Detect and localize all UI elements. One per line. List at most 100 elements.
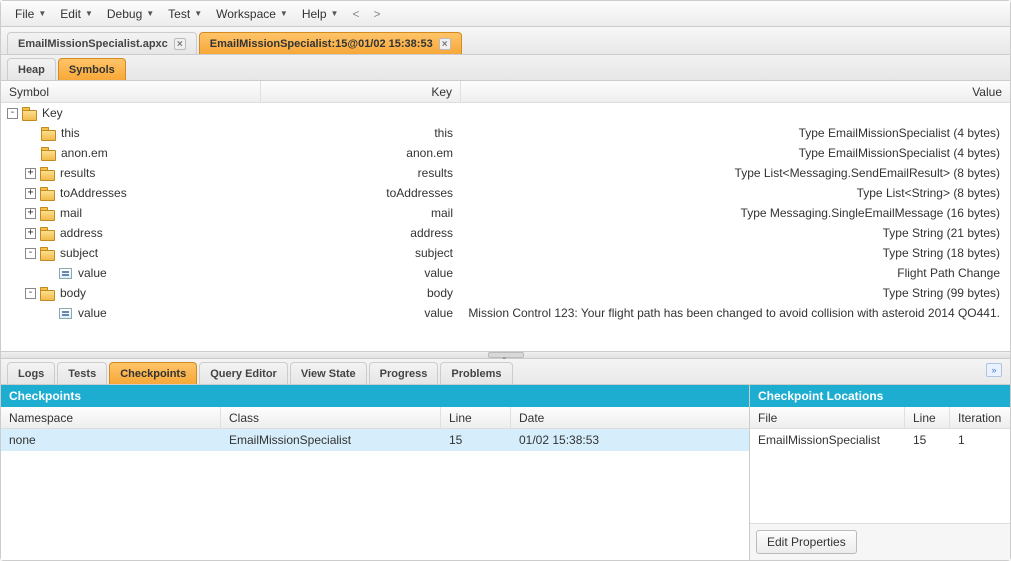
- expand-icon[interactable]: +: [25, 208, 36, 219]
- menu-help[interactable]: Help▼: [296, 5, 345, 23]
- menu-test[interactable]: Test▼: [162, 5, 208, 23]
- expand-icon[interactable]: +: [25, 188, 36, 199]
- locations-grid-body[interactable]: EmailMissionSpecialist 15 1: [750, 429, 1010, 523]
- col-header-line[interactable]: Line: [441, 407, 511, 428]
- col-header-value[interactable]: Value: [461, 81, 1010, 102]
- cell-namespace: none: [1, 433, 221, 447]
- tree-row[interactable]: -bodybodyType String (99 bytes): [1, 283, 1010, 303]
- tree-row[interactable]: valuevalueMission Control 123: Your flig…: [1, 303, 1010, 323]
- cell-iteration: 1: [950, 433, 1010, 447]
- checkpoints-grid-header: Namespace Class Line Date: [1, 407, 749, 429]
- checkpoints-pane: Checkpoints Namespace Class Line Date no…: [1, 385, 750, 560]
- tab-tests[interactable]: Tests: [57, 362, 107, 384]
- cell-date: 01/02 15:38:53: [511, 433, 749, 447]
- folder-icon: [40, 207, 54, 219]
- key-cell: subject: [261, 246, 461, 260]
- table-row[interactable]: EmailMissionSpecialist 15 1: [750, 429, 1010, 451]
- folder-icon: [41, 127, 55, 139]
- editor-tab[interactable]: EmailMissionSpecialist.apxc ×: [7, 32, 197, 54]
- expand-icon[interactable]: +: [25, 228, 36, 239]
- expand-icon[interactable]: +: [25, 168, 36, 179]
- col-header-date[interactable]: Date: [511, 407, 749, 428]
- value-icon: [59, 308, 72, 319]
- tab-logs[interactable]: Logs: [7, 362, 55, 384]
- collapse-icon[interactable]: -: [25, 248, 36, 259]
- tree-row[interactable]: - Key: [1, 103, 1010, 123]
- tab-progress[interactable]: Progress: [369, 362, 439, 384]
- menu-file[interactable]: File▼: [9, 5, 52, 23]
- cell-line: 15: [905, 433, 950, 447]
- value-cell: Type String (99 bytes): [461, 286, 1010, 300]
- folder-icon: [40, 227, 54, 239]
- menu-debug[interactable]: Debug▼: [101, 5, 160, 23]
- key-cell: mail: [261, 206, 461, 220]
- key-cell: toAddresses: [261, 186, 461, 200]
- close-icon[interactable]: ×: [439, 38, 451, 50]
- close-icon[interactable]: ×: [174, 38, 186, 50]
- tab-heap[interactable]: Heap: [7, 58, 56, 80]
- tree-row[interactable]: -subjectsubjectType String (18 bytes): [1, 243, 1010, 263]
- tree-row[interactable]: thisthisType EmailMissionSpecialist (4 b…: [1, 123, 1010, 143]
- symbol-label: this: [61, 126, 80, 140]
- symbol-label: Key: [42, 106, 63, 120]
- tree-row[interactable]: +mailmailType Messaging.SingleEmailMessa…: [1, 203, 1010, 223]
- col-header-iteration[interactable]: Iteration: [950, 407, 1010, 428]
- folder-icon: [22, 107, 36, 119]
- value-cell: Type Messaging.SingleEmailMessage (16 by…: [461, 206, 1010, 220]
- tree-row[interactable]: +toAddressestoAddressesType List<String>…: [1, 183, 1010, 203]
- horizontal-splitter[interactable]: [1, 351, 1010, 359]
- menu-bar: File▼ Edit▼ Debug▼ Test▼ Workspace▼ Help…: [1, 1, 1010, 27]
- checkpoints-grid-body[interactable]: none EmailMissionSpecialist 15 01/02 15:…: [1, 429, 749, 560]
- col-header-file[interactable]: File: [750, 407, 905, 428]
- caret-down-icon: ▼: [85, 9, 93, 18]
- col-header-line[interactable]: Line: [905, 407, 950, 428]
- tab-label: EmailMissionSpecialist.apxc: [18, 38, 168, 50]
- symbol-label: subject: [60, 246, 98, 260]
- key-cell: value: [261, 266, 461, 280]
- tab-symbols[interactable]: Symbols: [58, 58, 126, 80]
- nav-back-button[interactable]: <: [346, 5, 365, 23]
- expand-panel-icon[interactable]: »: [986, 363, 1002, 377]
- checkpoints-title: Checkpoints: [1, 385, 749, 407]
- menu-edit[interactable]: Edit▼: [54, 5, 99, 23]
- nav-forward-button[interactable]: >: [367, 5, 386, 23]
- value-cell: Mission Control 123: Your flight path ha…: [461, 306, 1010, 320]
- value-icon: [59, 268, 72, 279]
- collapse-icon[interactable]: -: [7, 108, 18, 119]
- caret-down-icon: ▼: [194, 9, 202, 18]
- symbol-label: body: [60, 286, 86, 300]
- tree-row[interactable]: anon.emanon.emType EmailMissionSpecialis…: [1, 143, 1010, 163]
- locations-title: Checkpoint Locations: [750, 385, 1010, 407]
- tree-row[interactable]: +addressaddressType String (21 bytes): [1, 223, 1010, 243]
- tree-row[interactable]: valuevalueFlight Path Change: [1, 263, 1010, 283]
- tab-view-state[interactable]: View State: [290, 362, 367, 384]
- tree-row[interactable]: +resultsresultsType List<Messaging.SendE…: [1, 163, 1010, 183]
- cell-file: EmailMissionSpecialist: [750, 433, 905, 447]
- table-row[interactable]: none EmailMissionSpecialist 15 01/02 15:…: [1, 429, 749, 451]
- tab-checkpoints[interactable]: Checkpoints: [109, 362, 197, 384]
- symbol-label: results: [60, 166, 95, 180]
- symbols-panel: Symbol Key Value -KeythisthisType EmailM…: [1, 81, 1010, 351]
- key-cell: body: [261, 286, 461, 300]
- menu-workspace[interactable]: Workspace▼: [210, 5, 294, 23]
- tab-query-editor[interactable]: Query Editor: [199, 362, 288, 384]
- key-cell: this: [261, 126, 461, 140]
- value-cell: Type EmailMissionSpecialist (4 bytes): [461, 126, 1010, 140]
- col-header-class[interactable]: Class: [221, 407, 441, 428]
- col-header-namespace[interactable]: Namespace: [1, 407, 221, 428]
- editor-tab[interactable]: EmailMissionSpecialist:15@01/02 15:38:53…: [199, 32, 462, 54]
- symbols-tree[interactable]: -KeythisthisType EmailMissionSpecialist …: [1, 103, 1010, 351]
- heap-symbols-tabbar: Heap Symbols: [1, 55, 1010, 81]
- caret-down-icon: ▼: [146, 9, 154, 18]
- col-header-symbol[interactable]: Symbol: [1, 81, 261, 102]
- col-header-key[interactable]: Key: [261, 81, 461, 102]
- collapse-icon[interactable]: -: [25, 288, 36, 299]
- symbol-label: mail: [60, 206, 82, 220]
- symbols-column-headers: Symbol Key Value: [1, 81, 1010, 103]
- value-cell: Type List<String> (8 bytes): [461, 186, 1010, 200]
- tab-problems[interactable]: Problems: [440, 362, 512, 384]
- value-cell: Type String (18 bytes): [461, 246, 1010, 260]
- locations-grid-header: File Line Iteration: [750, 407, 1010, 429]
- edit-properties-button[interactable]: Edit Properties: [756, 530, 857, 554]
- locations-button-bar: Edit Properties: [750, 523, 1010, 560]
